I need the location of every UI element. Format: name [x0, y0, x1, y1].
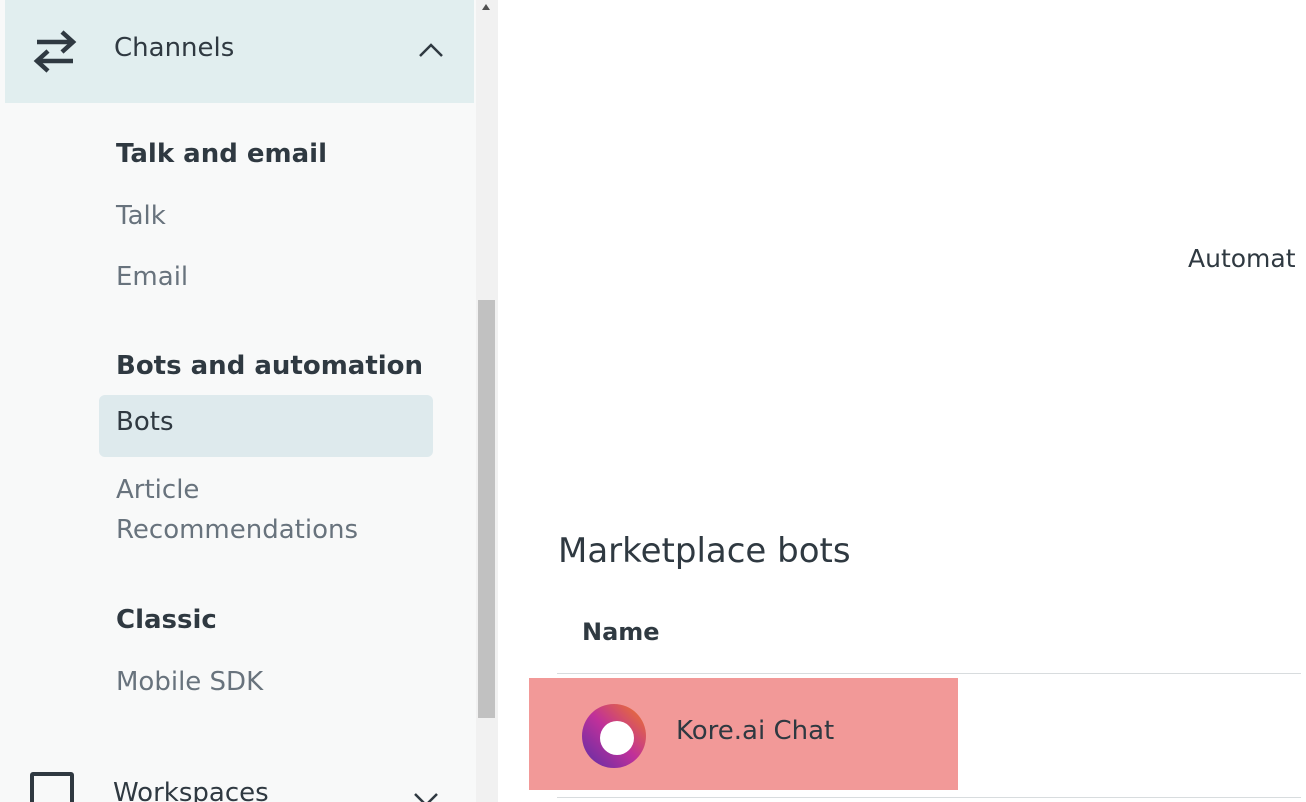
table-divider	[557, 673, 1301, 674]
nav-item-bots-label: Bots	[116, 407, 174, 437]
scrollbar-thumb[interactable]	[478, 300, 495, 718]
nav-item-bots[interactable]: Bots	[99, 395, 433, 457]
kore-ai-logo-icon	[582, 704, 646, 768]
nav-item-email[interactable]: Email	[116, 257, 188, 297]
square-icon	[30, 772, 74, 802]
scroll-up-arrow-icon[interactable]	[482, 4, 490, 10]
group-title-bots-and-automation: Bots and automation	[116, 351, 424, 381]
channels-section-header[interactable]: Channels	[5, 0, 474, 103]
chevron-down-icon[interactable]	[412, 790, 440, 802]
table-divider-bottom	[557, 797, 1301, 798]
group-title-classic: Classic	[116, 605, 217, 635]
chevron-up-icon	[419, 43, 443, 57]
group-title-talk-and-email: Talk and email	[116, 139, 327, 169]
workspaces-label[interactable]: Workspaces	[113, 778, 269, 802]
nav-item-mobile-sdk[interactable]: Mobile SDK	[116, 662, 263, 702]
nav-item-talk[interactable]: Talk	[116, 196, 166, 236]
nav-item-article-recommendations[interactable]: Article Recommendations	[116, 470, 376, 550]
sidebar-nav: Channels Talk and email Talk Email Bots …	[0, 0, 476, 802]
bot-name-kore-ai-chat[interactable]: Kore.ai Chat	[676, 716, 834, 746]
channels-label: Channels	[114, 33, 235, 63]
column-header-name[interactable]: Name	[582, 618, 660, 646]
arrows-swap-icon	[33, 30, 77, 73]
marketplace-bots-title: Marketplace bots	[558, 531, 851, 571]
automate-text: Automat	[1188, 244, 1296, 273]
